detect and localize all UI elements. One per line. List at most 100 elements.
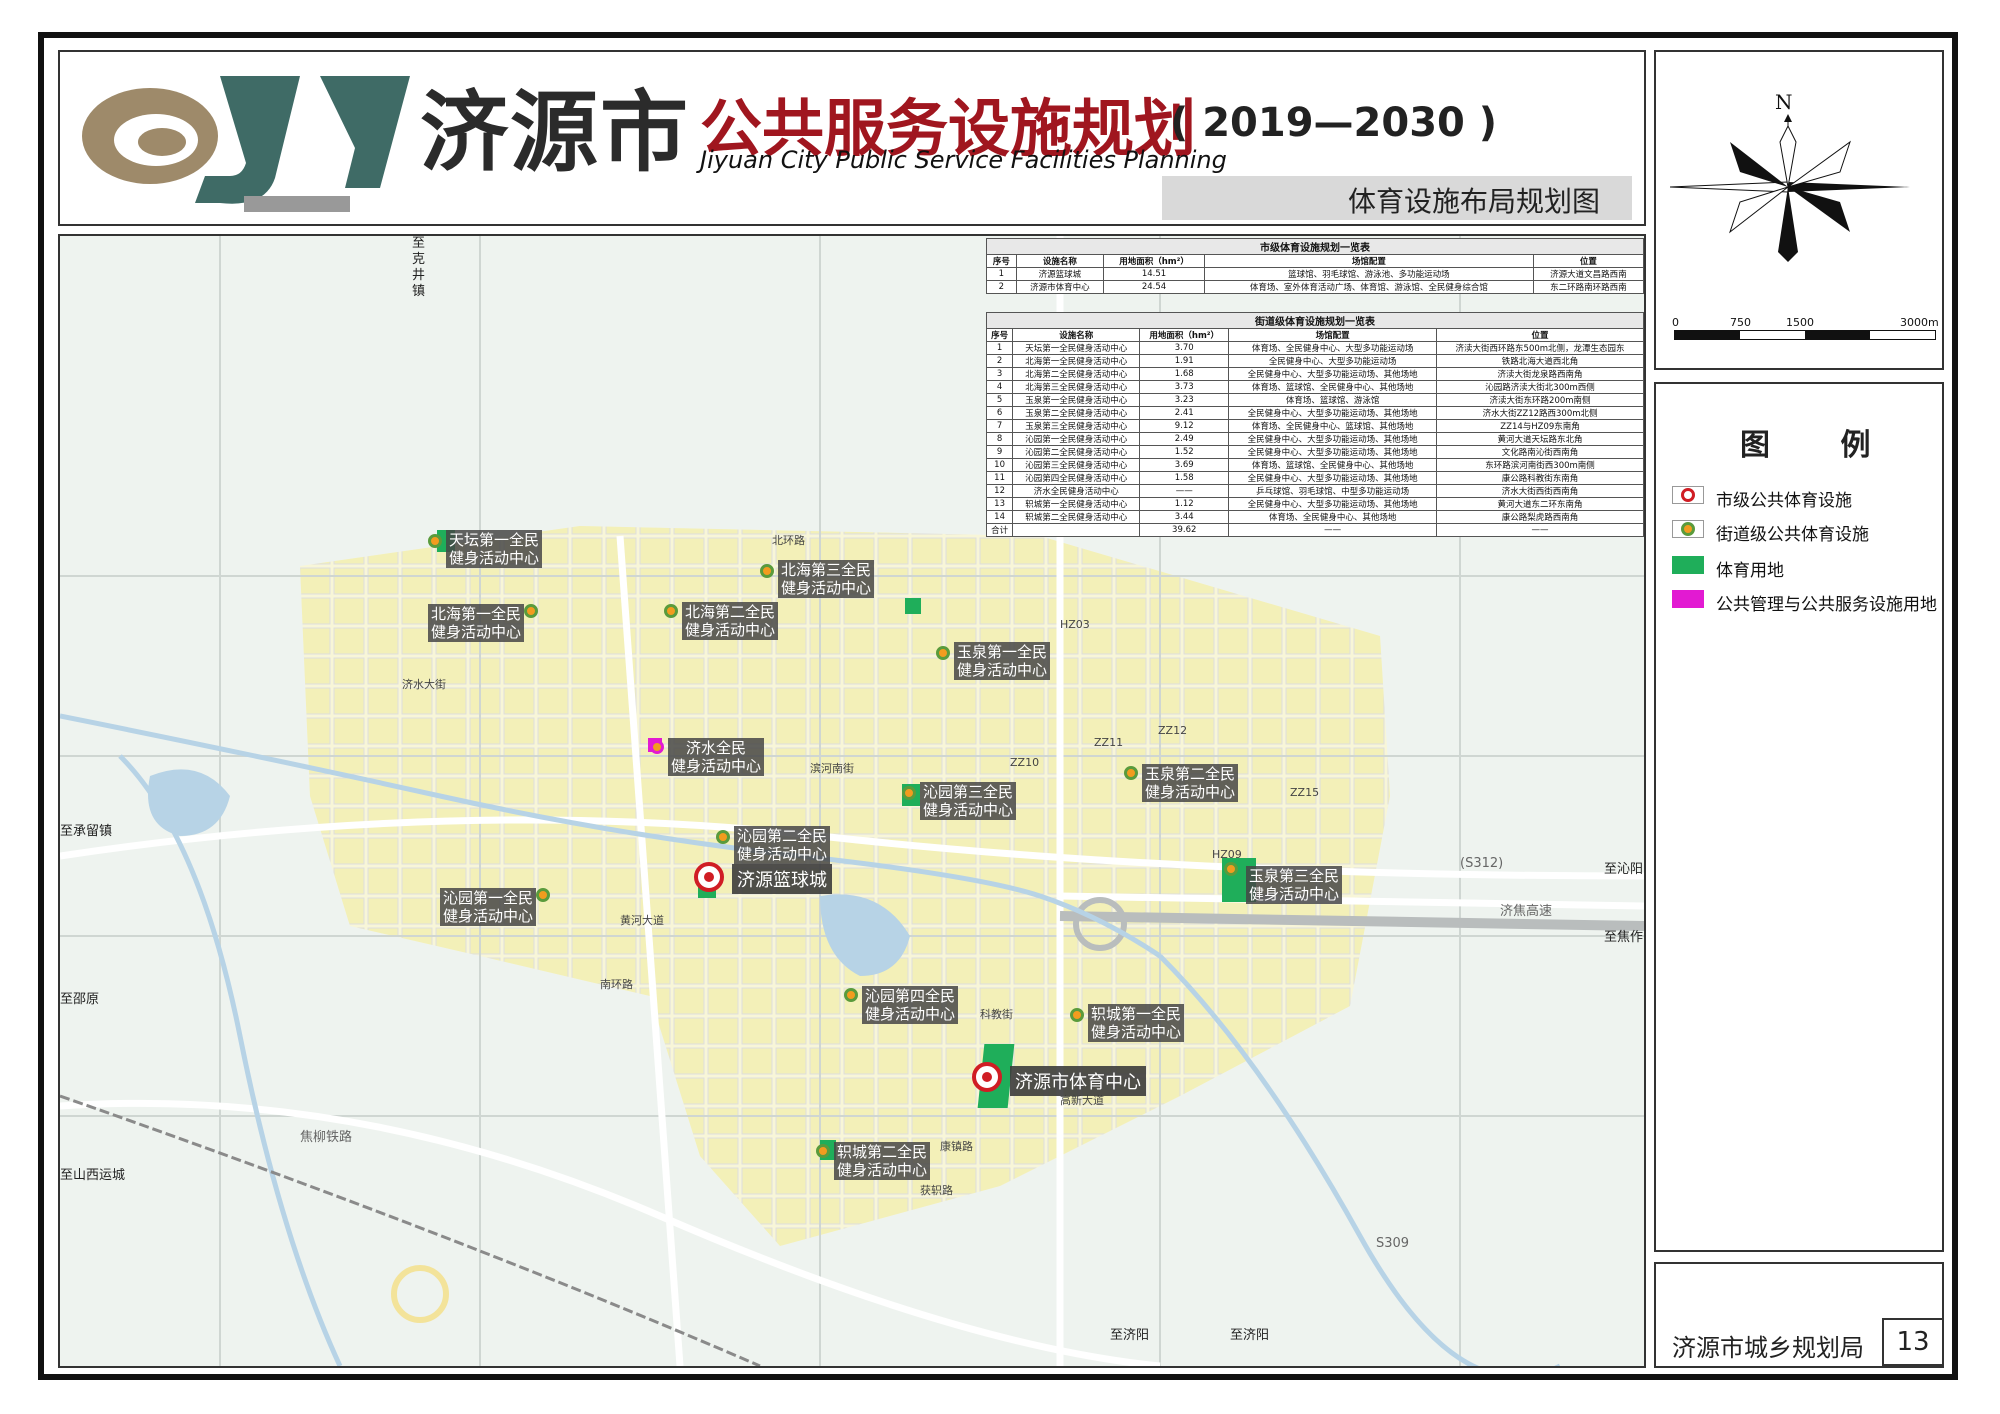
table-cell: 12 <box>985 484 1014 498</box>
table-cell: 乒乓球馆、羽毛球馆、中型多功能运动场 <box>1228 484 1438 498</box>
table-row: 1 济源篮球城 14.51 篮球馆、羽毛球馆、游泳池、多功能运动场 济源大道文昌路西南 <box>986 267 1645 281</box>
table-cell: 北海第三全民健身活动中心 <box>1012 380 1141 394</box>
scale-label: 3000m <box>1900 316 1939 329</box>
scale-bar <box>1674 330 1936 340</box>
table-cell: 合计 <box>985 523 1014 537</box>
edge-label: 济焦高速 <box>1500 904 1553 919</box>
table-cell: 11 <box>985 471 1014 485</box>
table-cell: 体育场、全民健身中心、大型多功能运动场 <box>1228 341 1438 355</box>
road-label: 滨河南街 <box>810 762 854 775</box>
street-facility-marker[interactable] <box>1224 862 1238 876</box>
table-cell: 玉泉第二全民健身活动中心 <box>1012 406 1141 420</box>
edge-label: 至沁阳 <box>1604 862 1644 877</box>
road-label: 黄河大道 <box>620 914 664 927</box>
street-facility-marker[interactable] <box>428 534 442 548</box>
page-number: 13 <box>1882 1318 1944 1366</box>
table-cell: 6 <box>985 406 1014 420</box>
table-cell: 全民健身中心、大型多功能运动场 <box>1228 354 1438 368</box>
legend-label: 公共管理与公共服务设施用地 <box>1716 595 1937 615</box>
street-facility-marker[interactable] <box>716 830 730 844</box>
logo-underline <box>244 196 350 212</box>
table-row: 2 济源市体育中心 24.54 体育场、室外体育活动广场、体育馆、游泳馆、全民健身综合… <box>986 280 1645 294</box>
street-facility-label: 轵城第二全民 健身活动中心 <box>834 1142 931 1180</box>
table-cell: 济水大街西街西南角 <box>1436 484 1644 498</box>
street-facility-marker[interactable] <box>902 786 916 800</box>
table-cell: 济渎大街东环路200m南侧 <box>1436 393 1644 407</box>
city-facility-label: 济源篮球城 <box>732 864 832 894</box>
street-facility-marker[interactable] <box>760 564 774 578</box>
table-cell: 沁园第三全民健身活动中心 <box>1012 458 1141 472</box>
street-facility-marker[interactable] <box>650 740 664 754</box>
legend-label: 体育用地 <box>1716 561 1784 581</box>
table-cell: 全民健身中心、大型多功能运动场、其他场地 <box>1228 445 1438 459</box>
table-cell: 2 <box>985 354 1014 368</box>
table-row: 13 轵城第一全民健身活动中心 1.12 全民健身中心、大型多功能运动场、其他场地 黄河… <box>985 497 1644 511</box>
street-facility-marker[interactable] <box>816 1144 830 1158</box>
street-facility-marker[interactable] <box>1070 1008 1084 1022</box>
plan-years: ( 2019—2030 ) <box>1170 100 1498 146</box>
road-label: ZZ15 <box>1290 786 1320 799</box>
table-header-cell: 用地面积（hm²） <box>1139 328 1230 342</box>
road-label: 康镇路 <box>940 1140 973 1153</box>
table-cell: 济渎大街西环路东500m北侧，龙潭生态园东 <box>1436 341 1644 355</box>
edge-label: (S312) <box>1460 856 1504 871</box>
legend-swatch-public-land <box>1672 590 1704 608</box>
road-label: ZZ12 <box>1158 724 1188 737</box>
street-facility-marker[interactable] <box>536 888 550 902</box>
street-facility-label: 北海第二全民 健身活动中心 <box>682 602 779 640</box>
table-cell: 沁园路济渎大街北300m西侧 <box>1436 380 1644 394</box>
table-header-cell: 场馆配置 <box>1203 254 1534 268</box>
table-cell: 4 <box>985 380 1014 394</box>
street-facility-label: 沁园第一全民 健身活动中心 <box>440 888 537 926</box>
city-facility-marker[interactable] <box>694 862 724 892</box>
table-cell: 北海第一全民健身活动中心 <box>1012 354 1141 368</box>
edge-label: 至山西运城 <box>60 1168 126 1183</box>
table-row: 10 沁园第三全民健身活动中心 3.69 体育场、篮球馆、全民健身中心、其他场地 东环路… <box>985 458 1644 472</box>
table-cell: 体育场、全民健身中心、篮球馆、其他场地 <box>1228 419 1438 433</box>
street-facility-marker[interactable] <box>664 604 678 618</box>
legend-label: 街道级公共体育设施 <box>1716 525 1869 545</box>
table-cell: 黄河大道天坛路东北角 <box>1436 432 1644 446</box>
road-label: ZZ11 <box>1094 736 1124 749</box>
table-cell: 24.54 <box>1103 280 1205 294</box>
table-cell: 14.51 <box>1103 267 1205 281</box>
street-facility-label: 北海第三全民 健身活动中心 <box>778 560 875 598</box>
sports-land-patch <box>905 598 921 614</box>
table-header-cell: 设施名称 <box>1015 254 1105 268</box>
table-cell: 14 <box>985 510 1014 524</box>
table-row: 4 北海第三全民健身活动中心 3.73 体育场、篮球馆、全民健身中心、其他场地 沁园路济… <box>985 380 1644 394</box>
legend-swatch-city-icon <box>1672 486 1704 504</box>
street-facility-label: 轵城第一全民 健身活动中心 <box>1088 1004 1185 1042</box>
legend-title: 图 例 <box>1740 428 1901 463</box>
table-cell: 3.44 <box>1139 510 1230 524</box>
table-row: 2 北海第一全民健身活动中心 1.91 全民健身中心、大型多功能运动场 铁路北海大道西北… <box>985 354 1644 368</box>
street-table-title: 街道级体育设施规划一览表 <box>986 312 1644 328</box>
street-facility-marker[interactable] <box>1124 766 1138 780</box>
street-facility-marker[interactable] <box>936 646 950 660</box>
road-label: 北环路 <box>772 534 805 547</box>
table-cell: 铁路北海大道西北角 <box>1436 354 1644 368</box>
table-cell: 9.12 <box>1139 419 1230 433</box>
english-title: Jiyuan City Public Service Facilities Pl… <box>700 146 1227 174</box>
legend-label: 市级公共体育设施 <box>1716 491 1852 511</box>
legend-swatch-street-icon <box>1672 520 1704 538</box>
table-cell: 全民健身中心、大型多功能运动场、其他场地 <box>1228 471 1438 485</box>
table-header-row: 序号 设施名称 用地面积（hm²） 场馆配置 位置 <box>986 254 1645 268</box>
table-cell: 体育场、篮球馆、全民健身中心、其他场地 <box>1228 458 1438 472</box>
table-cell: 济源市体育中心 <box>1015 280 1105 294</box>
street-facility-marker[interactable] <box>524 604 538 618</box>
scale-label: 0 <box>1672 316 1679 329</box>
edge-label: 至邵原 <box>60 992 100 1007</box>
city-facility-marker[interactable] <box>972 1062 1002 1092</box>
table-cell: 济渎大街龙泉路西南角 <box>1436 367 1644 381</box>
table-cell: 全民健身中心、大型多功能运动场、其他场地 <box>1228 432 1438 446</box>
city-facility-table: 市级体育设施规划一览表 序号 设施名称 用地面积（hm²） 场馆配置 位置 1济… <box>986 238 1645 294</box>
table-header-cell: 序号 <box>985 328 1014 342</box>
street-table-body: 1 天坛第一全民健身活动中心 3.70 体育场、全民健身中心、大型多功能运动场 济渎大街… <box>985 341 1644 537</box>
table-cell: 济源篮球城 <box>1015 267 1105 281</box>
table-cell: 39.62 <box>1139 523 1230 537</box>
street-facility-marker[interactable] <box>844 988 858 1002</box>
table-cell: 7 <box>985 419 1014 433</box>
edge-label: 焦柳铁路 <box>300 1130 353 1145</box>
road-label: 科教街 <box>980 1008 1013 1021</box>
